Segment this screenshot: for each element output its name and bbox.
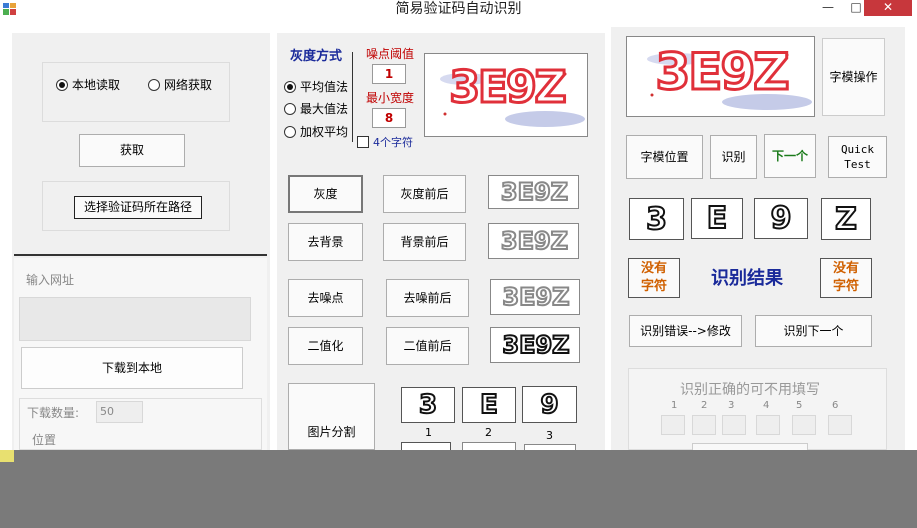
font-position-button[interactable]: 字模位置 [626,135,703,179]
result-char-2: E [691,198,743,239]
segment-1-label: 1 [425,426,432,439]
gray-button[interactable]: 灰度 [288,175,363,213]
app-window: 简易验证码自动识别 — □ ✕ 本地读取 网络获取 获取 选择验证码所在路径 输… [0,0,917,450]
divider [14,254,267,256]
radio-dot [284,102,296,115]
correction-input-4[interactable] [756,415,780,435]
radio-dot [284,125,296,138]
correction-input-5[interactable] [792,415,816,435]
slot-number-2: 2 [701,400,708,411]
slot-number-4: 4 [763,400,770,411]
url-label: 输入网址 [26,273,75,287]
denoise-button[interactable]: 去噪点 [288,279,363,317]
gray-mode-separator [352,52,353,142]
maximize-button[interactable]: □ [846,0,866,16]
binarize-compare-button[interactable]: 二值前后 [386,327,469,365]
taskbar-icon [0,450,14,462]
no-char-right: 没有 字符 [820,258,872,298]
binarize-preview: 3E9Z [490,327,580,363]
recognize-button[interactable]: 识别 [710,135,757,179]
denoise-preview-text: 3E9Z [501,282,570,312]
remove-bg-button[interactable]: 去背景 [288,223,363,261]
noise-threshold-input[interactable]: 1 [372,64,406,84]
url-input[interactable] [19,297,251,341]
segment-4-partial [401,442,451,450]
segment-6-partial [524,444,576,450]
correction-input-6[interactable] [828,415,852,435]
captcha-image: 3E9Z [424,53,588,137]
split-button[interactable]: 图片分割 [288,383,375,450]
hint-label: 识别正确的可不用填写 [680,382,820,398]
captcha-text: 3E9Z [448,61,568,115]
quick-test-button[interactable]: Quick Test [828,136,887,178]
window-title: 简易验证码自动识别 [395,1,522,17]
bg-compare-button[interactable]: 背景前后 [383,223,466,261]
slot-number-1: 1 [671,400,678,411]
correction-input-2[interactable] [692,415,716,435]
submit-button-partial[interactable] [692,443,808,450]
slot-number-6: 6 [832,400,839,411]
result-char-3: 9 [754,198,808,239]
download-count-input[interactable]: 50 [96,401,143,423]
gray-preview: 3E9Z [488,175,579,209]
radio-dot [284,80,296,93]
segment-5-partial [462,442,516,450]
gray-compare-button[interactable]: 灰度前后 [383,175,466,213]
binarize-button[interactable]: 二值化 [288,327,363,365]
choose-path-button[interactable]: 选择验证码所在路径 [74,196,202,219]
result-char-4: Z [821,198,871,240]
bg-preview: 3E9Z [488,223,579,259]
download-button[interactable]: 下载到本地 [21,347,243,389]
captcha-large-text: 3E9Z [654,42,791,103]
min-width-label: 最小宽度 [366,91,415,105]
denoise-compare-button[interactable]: 去噪前后 [386,279,469,317]
segment-3: 9 [522,386,577,423]
radio-network-fetch[interactable]: 网络获取 [148,76,212,93]
close-button[interactable]: ✕ [864,0,912,16]
segment-2-label: 2 [485,426,492,439]
captcha-large-image: 3E9Z [626,36,815,117]
position-label: 位置 [32,433,57,447]
noise-threshold-label: 噪点阈值 [366,47,415,61]
result-char-1: 3 [629,198,684,240]
four-chars-checkbox[interactable]: 4个字符 [357,134,413,150]
fix-error-button[interactable]: 识别错误-->修改 [629,315,742,347]
bg-preview-text: 3E9Z [500,226,569,256]
segment-3-label: 3 [546,429,553,442]
no-char-left: 没有 字符 [628,258,680,298]
font-lib-button[interactable]: 字模操作 [822,38,885,116]
correction-input-3[interactable] [722,415,746,435]
segment-1: 3 [401,387,455,423]
next-button[interactable]: 下一个 [764,134,816,178]
gray-preview-text: 3E9Z [500,177,569,207]
min-width-input[interactable]: 8 [372,108,406,128]
download-count-label: 下载数量: [27,406,80,420]
correction-input-1[interactable] [661,415,685,435]
binarize-preview-text: 3E9Z [501,330,570,360]
radio-dot [56,78,68,91]
denoise-preview: 3E9Z [490,279,580,315]
slot-number-3: 3 [728,400,735,411]
checkbox-box [357,136,369,148]
slot-number-5: 5 [796,400,803,411]
minimize-button[interactable]: — [818,0,838,16]
radio-weighted[interactable]: 加权平均 [284,123,348,140]
fetch-button[interactable]: 获取 [79,134,185,167]
result-label: 识别结果 [711,268,783,289]
gray-mode-label: 灰度方式 [290,49,343,64]
radio-dot [148,78,160,91]
radio-average[interactable]: 平均值法 [284,78,348,95]
segment-2: E [462,387,516,423]
radio-max[interactable]: 最大值法 [284,100,348,117]
radio-local-read[interactable]: 本地读取 [56,76,120,93]
recognize-next-button[interactable]: 识别下一个 [755,315,872,347]
